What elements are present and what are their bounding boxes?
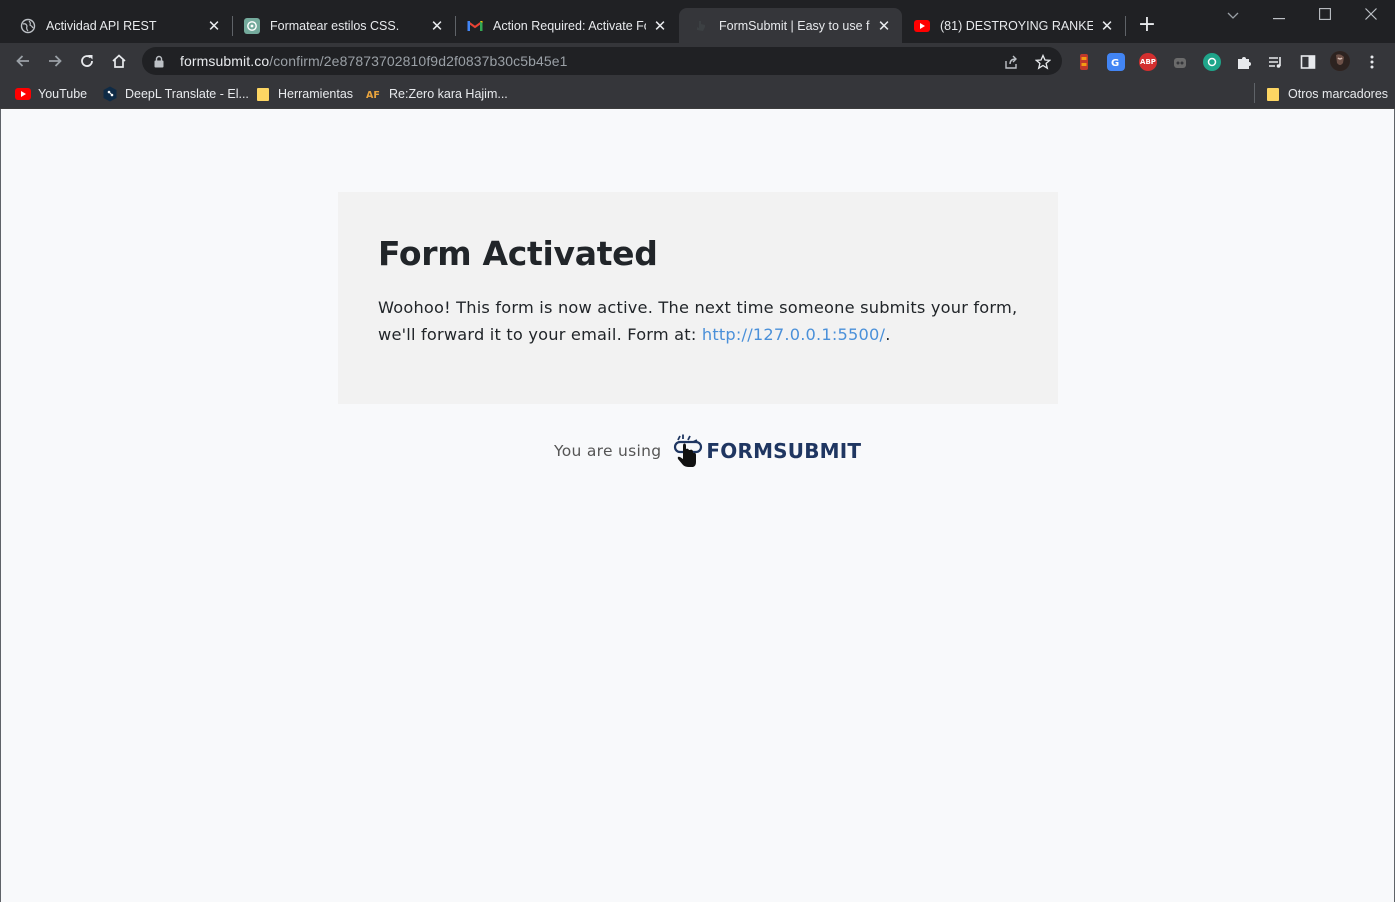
animeflv-icon: AF xyxy=(366,86,382,102)
tab-formatear-estilos[interactable]: Formatear estilos CSS. ✕ xyxy=(233,8,455,43)
bookmarks-divider xyxy=(1254,83,1255,103)
share-icon[interactable] xyxy=(1002,53,1020,71)
page-title: Form Activated xyxy=(378,234,658,273)
tab-title: Formatear estilos CSS. xyxy=(270,18,400,33)
reload-button[interactable] xyxy=(75,49,99,73)
bookmark-label: DeepL Translate - El... xyxy=(125,87,249,101)
arrow-right-icon xyxy=(49,55,62,67)
minimize-button[interactable] xyxy=(1267,6,1291,26)
tab-formsubmit[interactable]: FormSubmit | Easy to use form ✕ xyxy=(679,8,902,43)
extension-gray-icon[interactable] xyxy=(1171,53,1189,71)
url-path: /confirm/2e87873702810f9d2f0837b30c5b45e… xyxy=(269,53,568,69)
media-control-icon[interactable] xyxy=(1267,53,1285,71)
home-button[interactable] xyxy=(107,49,131,73)
activation-message: Woohoo! This form is now active. The nex… xyxy=(378,294,1018,348)
bookmark-label: Re:Zero kara Hajim... xyxy=(389,87,508,101)
adblock-plus-icon[interactable]: ABP xyxy=(1139,53,1157,71)
tab-title: Actividad API REST xyxy=(46,18,157,33)
address-bar[interactable]: formsubmit.co/confirm/2e87873702810f9d2f… xyxy=(142,47,1062,75)
bookmark-rezero[interactable]: AF Re:Zero kara Hajim... xyxy=(366,85,508,103)
chevron-down-icon xyxy=(1227,12,1239,19)
tab-search-button[interactable] xyxy=(1221,6,1245,26)
tab-title: FormSubmit | Easy to use form xyxy=(719,18,870,33)
tab-actividad-api-rest[interactable]: Actividad API REST ✕ xyxy=(0,8,232,43)
maximize-button[interactable] xyxy=(1313,6,1337,26)
arrow-left-icon xyxy=(16,55,29,67)
bookmark-youtube[interactable]: YouTube xyxy=(15,85,87,103)
bookmark-star-icon[interactable] xyxy=(1034,53,1052,71)
browser-toolbar: formsubmit.co/confirm/2e87873702810f9d2f… xyxy=(0,43,1395,79)
close-window-button[interactable] xyxy=(1359,6,1383,26)
bookmark-label: Otros marcadores xyxy=(1288,87,1389,101)
message-text: Woohoo! This form is now active. The nex… xyxy=(378,298,1018,344)
home-icon xyxy=(112,54,126,68)
minimize-icon xyxy=(1273,18,1285,20)
powered-by: You are using FORMSUBMIT xyxy=(554,433,861,469)
back-button[interactable] xyxy=(11,49,35,73)
close-icon[interactable]: ✕ xyxy=(429,18,445,34)
close-icon[interactable]: ✕ xyxy=(206,18,222,34)
hand-pointer-icon xyxy=(674,434,703,467)
lock-icon[interactable] xyxy=(154,54,166,68)
close-icon[interactable]: ✕ xyxy=(1099,18,1115,34)
close-icon[interactable]: ✕ xyxy=(876,18,892,34)
new-tab-button[interactable]: + xyxy=(1136,14,1158,36)
gmail-icon xyxy=(467,18,483,34)
folder-icon xyxy=(1265,86,1281,102)
url-text[interactable]: formsubmit.co/confirm/2e87873702810f9d2f… xyxy=(180,53,568,69)
deepl-icon xyxy=(102,86,118,102)
menu-kebab-icon[interactable] xyxy=(1363,53,1381,71)
activation-card: Form Activated Woohoo! This form is now … xyxy=(338,192,1058,404)
google-translate-icon[interactable]: G xyxy=(1107,53,1125,71)
profile-avatar[interactable] xyxy=(1330,51,1350,71)
maximize-icon xyxy=(1319,8,1331,20)
close-icon[interactable]: ✕ xyxy=(652,18,668,34)
globe-icon xyxy=(20,18,36,34)
extensions-puzzle-icon[interactable] xyxy=(1235,53,1253,71)
tab-divider xyxy=(1125,16,1126,36)
forward-button[interactable] xyxy=(43,49,67,73)
reload-icon xyxy=(81,55,93,67)
bookmark-other-bookmarks[interactable]: Otros marcadores xyxy=(1265,85,1388,103)
formsubmit-logo[interactable]: FORMSUBMIT xyxy=(672,434,861,468)
page-content: Form Activated Woohoo! This form is now … xyxy=(1,111,1394,902)
bookmark-deepl[interactable]: DeepL Translate - El... xyxy=(102,85,249,103)
form-url-link[interactable]: http://127.0.0.1:5500/ xyxy=(702,325,885,344)
message-end: . xyxy=(885,325,891,344)
svg-text:AF: AF xyxy=(366,90,380,100)
tab-strip: Actividad API REST ✕ Formatear estilos C… xyxy=(0,0,1395,43)
side-panel-icon[interactable] xyxy=(1299,53,1317,71)
tab-action-required[interactable]: Action Required: Activate Form ✕ xyxy=(456,8,678,43)
openai-icon xyxy=(244,17,260,34)
extension-teal-icon[interactable] xyxy=(1203,53,1221,71)
close-icon xyxy=(1365,8,1377,20)
folder-icon xyxy=(255,86,271,102)
brand-wordmark: FORMSUBMIT xyxy=(706,439,862,463)
extension-1-icon[interactable] xyxy=(1075,53,1093,71)
bookmark-label: Herramientas xyxy=(278,87,354,101)
tab-title: Action Required: Activate Form xyxy=(493,18,646,33)
using-label: You are using xyxy=(554,442,662,460)
youtube-icon xyxy=(15,86,31,102)
bookmark-label: YouTube xyxy=(38,87,88,101)
youtube-icon xyxy=(914,18,930,34)
url-host: formsubmit.co xyxy=(180,53,270,69)
formsubmit-icon xyxy=(693,18,709,34)
bookmark-folder-herramientas[interactable]: Herramientas xyxy=(255,85,353,103)
svg-text:G: G xyxy=(1111,58,1119,69)
tab-title: (81) DESTROYING RANKED LO xyxy=(940,18,1093,33)
tab-youtube-video[interactable]: (81) DESTROYING RANKED LO ✕ xyxy=(903,8,1125,43)
bookmarks-bar: YouTube DeepL Translate - El... Herramie… xyxy=(0,79,1395,109)
